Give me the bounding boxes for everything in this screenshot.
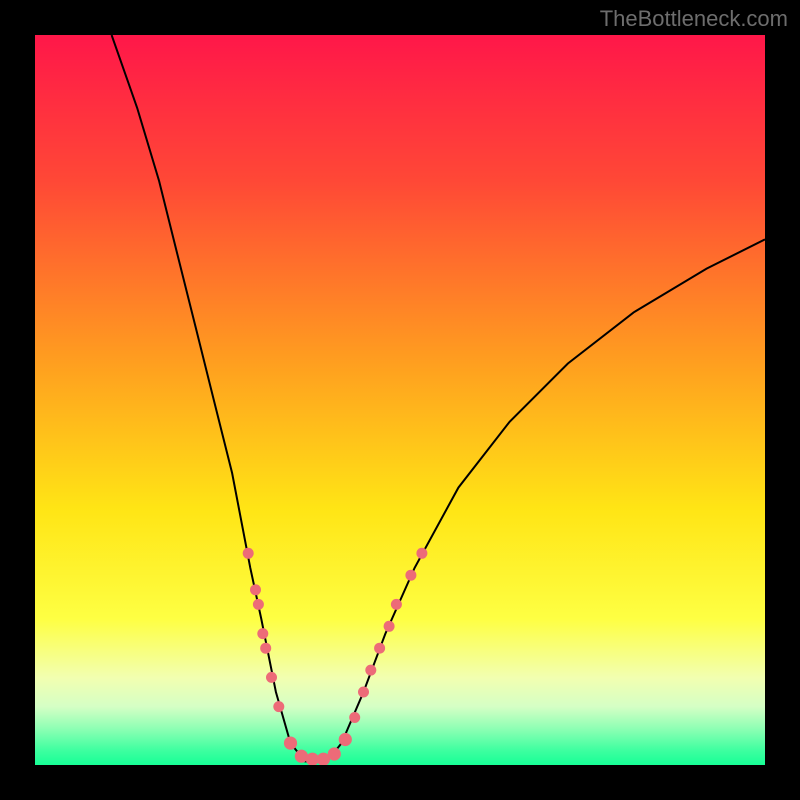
data-marker: [405, 570, 416, 581]
curve-layer: [35, 35, 765, 765]
data-marker: [358, 687, 369, 698]
data-marker: [365, 665, 376, 676]
data-marker: [266, 672, 277, 683]
data-marker: [284, 737, 297, 750]
data-marker: [349, 712, 360, 723]
plot-area: [35, 35, 765, 765]
watermark-text: TheBottleneck.com: [600, 6, 788, 32]
bottleneck-curve: [112, 35, 765, 761]
data-marker: [250, 584, 261, 595]
data-marker: [374, 643, 385, 654]
data-marker: [243, 548, 254, 559]
data-marker: [328, 747, 341, 760]
data-marker: [384, 621, 395, 632]
data-markers: [243, 548, 428, 765]
chart-frame: TheBottleneck.com: [0, 0, 800, 800]
data-marker: [391, 599, 402, 610]
data-marker: [339, 733, 352, 746]
data-marker: [416, 548, 427, 559]
data-marker: [260, 643, 271, 654]
data-marker: [253, 599, 264, 610]
data-marker: [273, 701, 284, 712]
data-marker: [257, 628, 268, 639]
